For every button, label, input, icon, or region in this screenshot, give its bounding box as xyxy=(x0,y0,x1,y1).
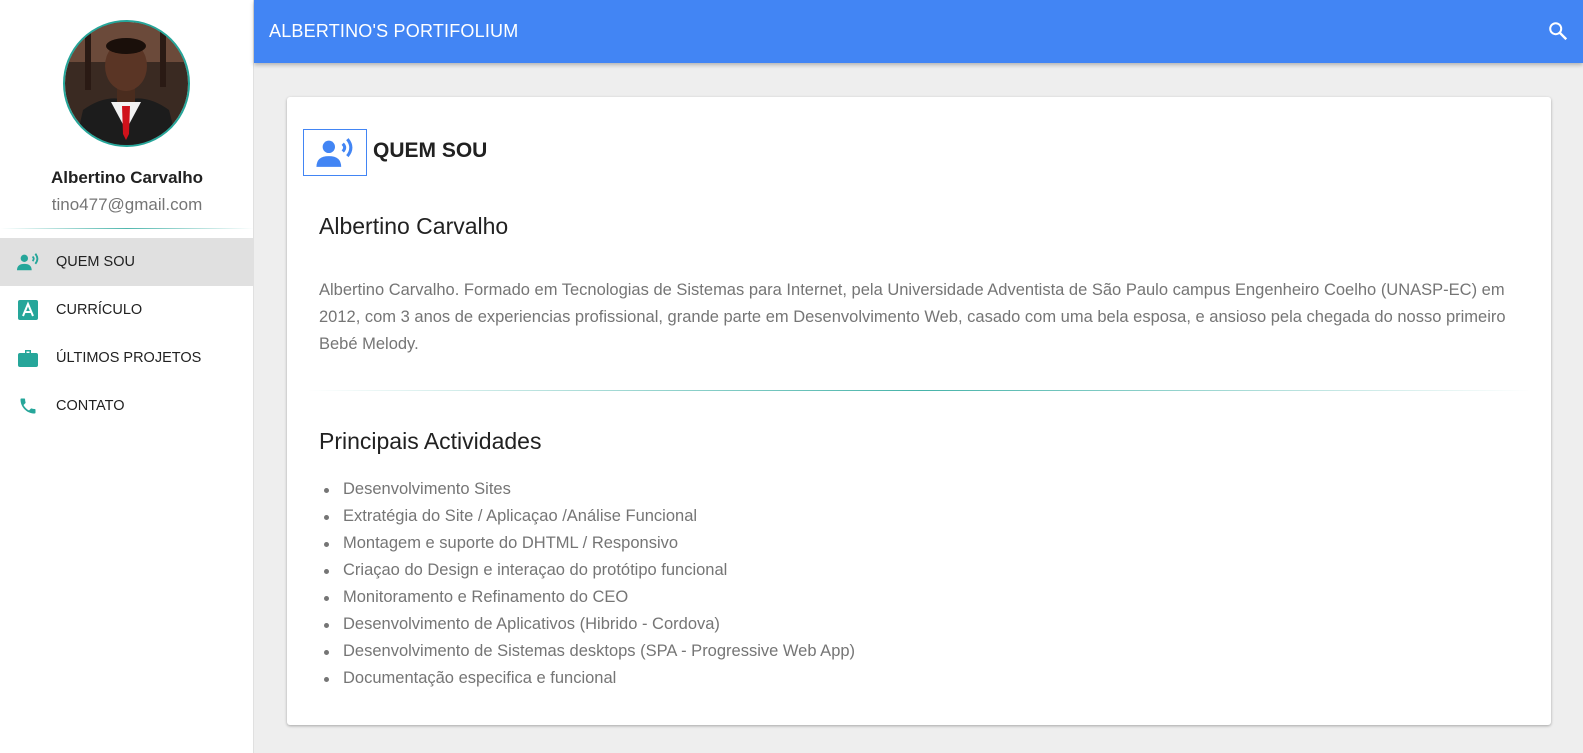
sidebar-item-label: CONTATO xyxy=(56,398,125,414)
list-item: Extratégia do Site / Aplicaçao /Análise … xyxy=(323,503,855,530)
avatar xyxy=(63,20,190,147)
list-item: Desenvolvimento de Sistemas desktops (SP… xyxy=(323,638,855,665)
profile-name: Albertino Carvalho xyxy=(50,168,204,187)
list-item: Desenvolvimento de Aplicativos (Hibrido … xyxy=(323,611,855,638)
list-item: Monitoramento e Refinamento do CEO xyxy=(323,584,855,611)
profile-email: tino477@gmail.com xyxy=(51,195,203,214)
list-item: Desenvolvimento Sites xyxy=(323,476,855,503)
sidebar: Albertino Carvalho tino477@gmail.com QUE… xyxy=(0,0,254,753)
sidebar-item-label: ÚLTIMOS PROJETOS xyxy=(56,350,202,366)
about-card: QUEM SOU Albertino Carvalho Albertino Ca… xyxy=(287,97,1551,725)
activities-list: Desenvolvimento Sites Extratégia do Site… xyxy=(323,476,855,692)
briefcase-icon xyxy=(17,347,39,369)
sidebar-item-quem-sou[interactable]: QUEM SOU xyxy=(0,238,253,286)
list-item: Documentação especifica e funcional xyxy=(323,665,855,692)
section-title: QUEM SOU xyxy=(373,139,488,162)
app-bar: ALBERTINO'S PORTIFOLIUM xyxy=(254,0,1583,63)
bio-text: Albertino Carvalho. Formado em Tecnologi… xyxy=(319,281,1506,353)
search-icon[interactable] xyxy=(1547,20,1569,42)
section-divider xyxy=(307,390,1531,391)
phone-icon xyxy=(17,395,39,417)
activities-heading: Principais Actividades xyxy=(319,428,542,454)
list-item: Montagem e suporte do DHTML / Responsivo xyxy=(323,530,855,557)
record-voice-icon xyxy=(303,129,367,176)
app-title: ALBERTINO'S PORTIFOLIUM xyxy=(269,21,519,41)
sidebar-nav: QUEM SOU CURRÍCULO ÚLTIMOS PROJETOS CONT… xyxy=(0,238,253,430)
sidebar-item-ultimos-projetos[interactable]: ÚLTIMOS PROJETOS xyxy=(0,334,253,382)
list-item: Criaçao do Design e interaçao do protóti… xyxy=(323,557,855,584)
sidebar-item-label: CURRÍCULO xyxy=(56,302,143,318)
sidebar-divider xyxy=(0,228,254,229)
record-voice-icon xyxy=(17,251,39,273)
name-heading: Albertino Carvalho xyxy=(319,213,509,239)
sidebar-item-curriculo[interactable]: CURRÍCULO xyxy=(0,286,253,334)
sidebar-item-label: QUEM SOU xyxy=(56,254,135,270)
letter-a-icon xyxy=(17,299,39,321)
sidebar-item-contato[interactable]: CONTATO xyxy=(0,382,253,430)
